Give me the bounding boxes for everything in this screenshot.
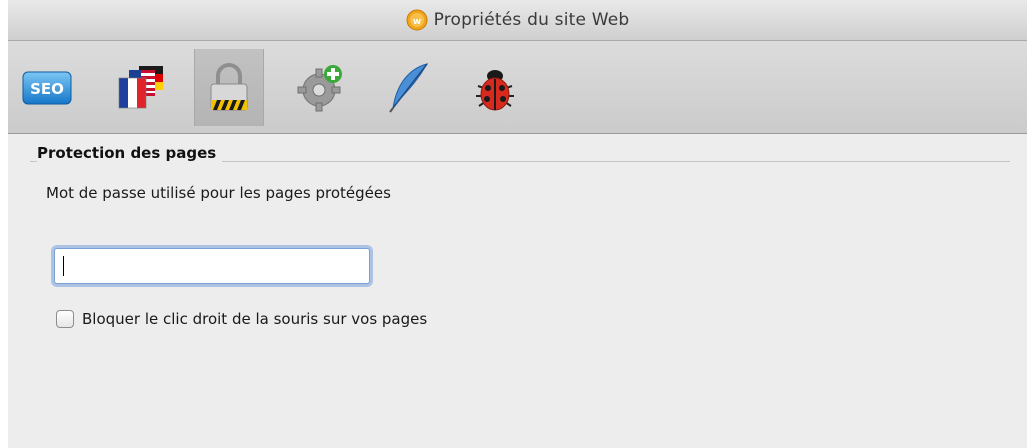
toolbar-debug-button[interactable]: [460, 49, 530, 126]
block-right-click-checkbox[interactable]: [56, 310, 74, 328]
lock-icon: [207, 62, 251, 114]
svg-text:w: w: [412, 17, 420, 27]
toolbar-seo-button[interactable]: SEO: [12, 49, 82, 126]
toolbar-languages-button[interactable]: [106, 49, 176, 126]
feather-icon: [387, 62, 431, 114]
ladybug-icon: [472, 64, 518, 112]
svg-text:SEO: SEO: [30, 80, 64, 98]
flags-icon: [113, 60, 169, 116]
seo-icon: SEO: [21, 68, 73, 108]
toolbar-protection-button[interactable]: [194, 49, 264, 126]
window-title: Propriétés du site Web: [433, 10, 630, 30]
password-input[interactable]: [54, 248, 370, 284]
block-right-click-label[interactable]: Bloquer le clic droit de la souris sur v…: [82, 310, 427, 328]
title-bar[interactable]: w Propriétés du site Web: [8, 0, 1027, 41]
window: w Propriétés du site Web SEO Protection …: [8, 0, 1027, 448]
section-header: Protection des pages: [30, 144, 1010, 166]
toolbar-advanced-button[interactable]: [286, 49, 356, 126]
toolbar-style-button[interactable]: [374, 49, 444, 126]
section-title: Protection des pages: [37, 144, 223, 162]
content-area: Protection des pages Mot de passe utilis…: [8, 134, 1027, 448]
gear-plus-icon: [297, 64, 345, 112]
toolbar: SEO: [8, 41, 1027, 134]
title-wrap: w Propriétés du site Web: [406, 9, 630, 31]
iweb-app-icon: w: [406, 9, 428, 31]
text-caret: [63, 256, 64, 276]
block-right-click-row[interactable]: Bloquer le clic droit de la souris sur v…: [56, 310, 427, 328]
password-label: Mot de passe utilisé pour les pages prot…: [46, 184, 391, 202]
